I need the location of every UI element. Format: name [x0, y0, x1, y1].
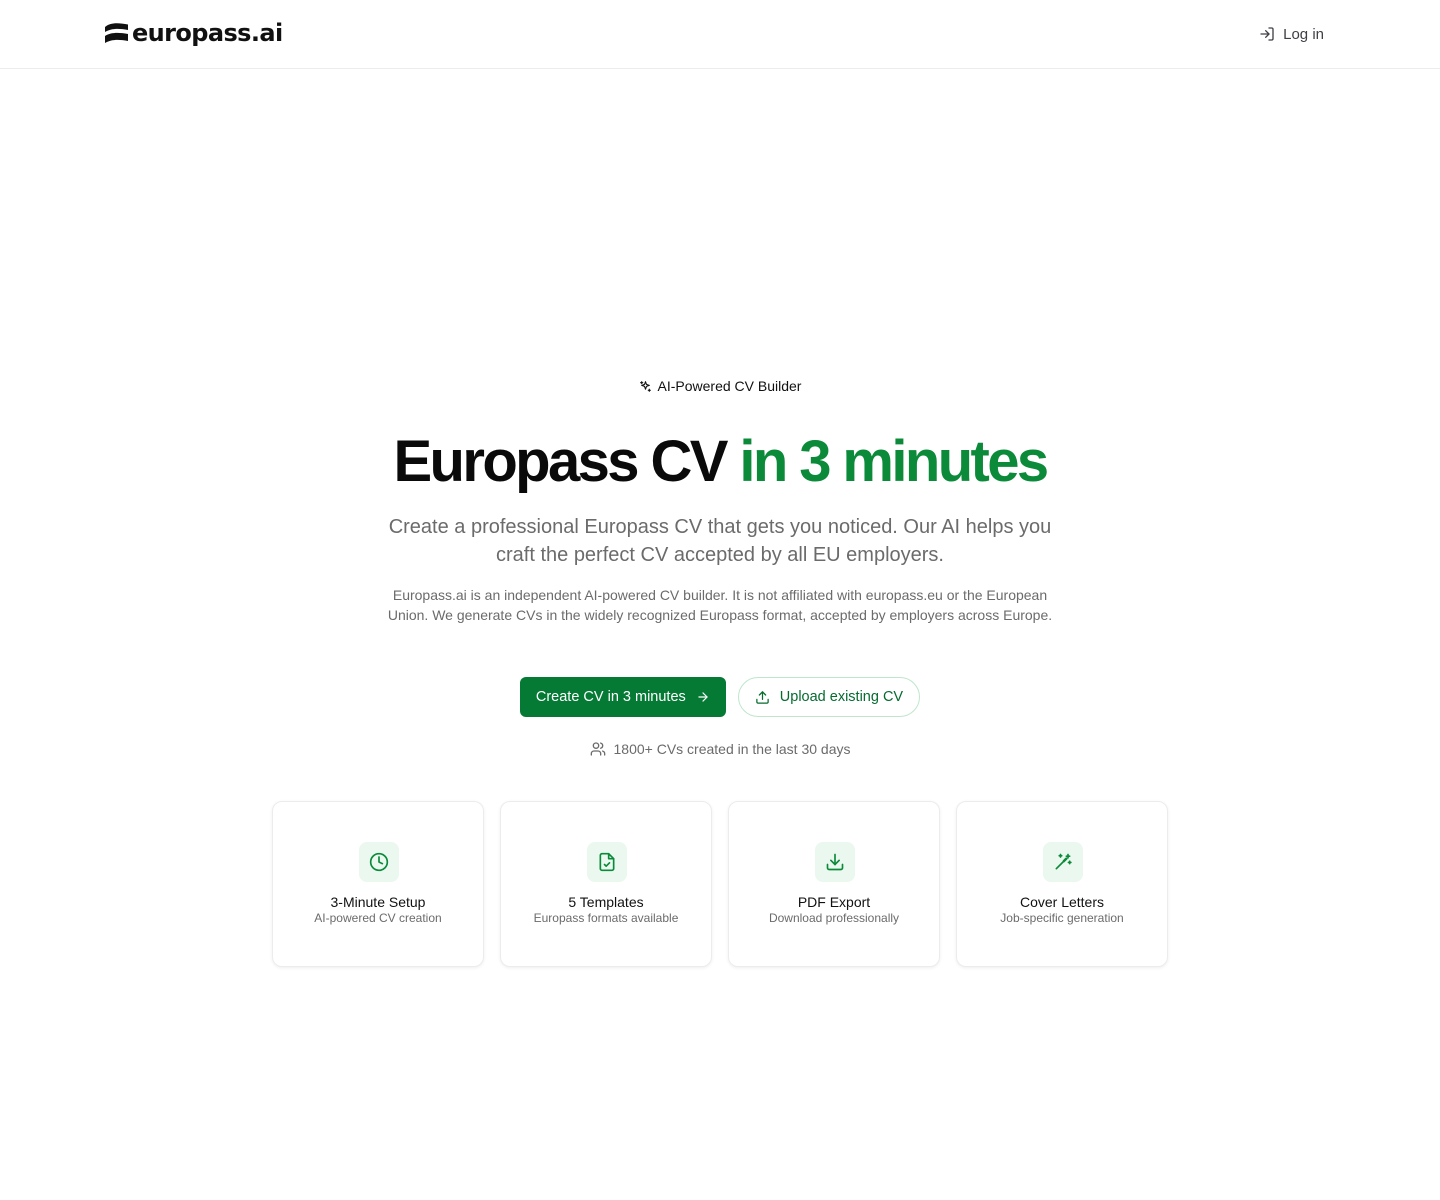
feature-icon-box — [1043, 842, 1083, 882]
feature-icon-box — [587, 842, 627, 882]
login-icon — [1260, 27, 1274, 41]
login-button[interactable]: Log in — [1259, 22, 1324, 46]
feature-description: AI-powered CV creation — [314, 911, 442, 925]
hero-title-accent: in 3 minutes — [739, 429, 1049, 494]
logo[interactable]: europass.ai — [104, 18, 283, 48]
feature-title: Cover Letters — [1019, 894, 1105, 910]
hero-title-main: Europass CV — [393, 429, 728, 494]
feature-card-templates: 5 Templates Europass formats available — [500, 801, 712, 967]
logo-mark-icon — [105, 23, 128, 43]
create-cv-button[interactable]: Create CV in 3 minutes — [519, 677, 726, 717]
hero-title: Europass CV in 3 minutes — [0, 426, 1440, 498]
feature-title: PDF Export — [797, 894, 871, 910]
sparkles-icon — [639, 380, 651, 392]
arrow-right-icon — [698, 692, 708, 702]
hero-badge: AI-Powered CV Builder — [0, 378, 1440, 394]
feature-icon-box — [815, 842, 855, 882]
feature-description: Job-specific generation — [1000, 911, 1124, 925]
feature-title: 3-Minute Setup — [330, 894, 426, 910]
login-label: Log in — [1283, 25, 1324, 43]
file-check-icon — [599, 852, 615, 872]
hero-badge-text: AI-Powered CV Builder — [657, 378, 802, 394]
users-icon — [590, 742, 605, 756]
feature-description: Europass formats available — [533, 911, 679, 925]
logo-text: europass.ai — [132, 19, 283, 47]
create-cv-label: Create CV in 3 minutes — [535, 689, 686, 705]
site-header: europass.ai Log in — [0, 0, 1440, 69]
download-icon — [826, 853, 844, 871]
social-proof: 1800+ CVs created in the last 30 days — [0, 741, 1440, 757]
upload-cv-label: Upload existing CV — [779, 689, 904, 705]
feature-description: Download professionally — [768, 911, 900, 925]
hero-disclaimer: Europass.ai is an independent AI-powered… — [387, 587, 1053, 623]
hero-subtitle: Create a professional Europass CV that g… — [388, 516, 1052, 566]
feature-title: 5 Templates — [568, 894, 644, 910]
features-grid: 3-Minute Setup AI-powered CV creation 5 … — [272, 801, 1168, 967]
magic-wand-icon — [1055, 853, 1072, 870]
social-proof-text: 1800+ CVs created in the last 30 days — [613, 741, 851, 757]
clock-icon — [369, 852, 389, 872]
cta-row: Create CV in 3 minutes Upload existing C… — [0, 677, 1440, 717]
upload-cv-button[interactable]: Upload existing CV — [737, 677, 921, 717]
upload-icon — [756, 690, 769, 704]
feature-card-pdf: PDF Export Download professionally — [728, 801, 940, 967]
feature-card-setup: 3-Minute Setup AI-powered CV creation — [272, 801, 484, 967]
feature-icon-box — [359, 842, 399, 882]
feature-card-cover-letters: Cover Letters Job-specific generation — [956, 801, 1168, 967]
